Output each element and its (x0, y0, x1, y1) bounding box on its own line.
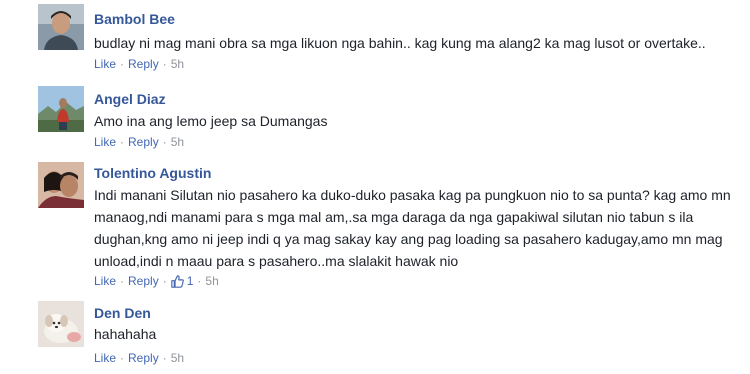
reply-button[interactable]: Reply (128, 351, 159, 365)
profile-photo-couple-icon (38, 162, 84, 208)
like-button[interactable]: Like (94, 274, 116, 288)
comment-text: Amo ina ang lemo jeep sa Dumangas (94, 113, 328, 129)
reaction-count: 1 (186, 274, 194, 288)
comment-actions: Like · Reply · 5h (94, 57, 185, 71)
comment-actions: Like · Reply · 5h (94, 135, 185, 149)
reply-button[interactable]: Reply (128, 57, 159, 71)
comment-timestamp[interactable]: 5h (205, 274, 218, 288)
avatar[interactable] (38, 4, 84, 50)
avatar[interactable] (38, 86, 84, 132)
reply-button[interactable]: Reply (128, 274, 159, 288)
comment-actions: Like · Reply · 5h (94, 351, 185, 365)
comment-author[interactable]: Angel Diaz (94, 91, 166, 107)
comment-timestamp[interactable]: 5h (171, 351, 184, 365)
comment-text: budlay ni mag mani obra sa mga likuon ng… (94, 35, 706, 51)
comment-text: Indi manani Silutan nio pasahero ka duko… (94, 187, 731, 269)
comment-timestamp[interactable]: 5h (171, 57, 184, 71)
profile-photo-outdoor-icon (38, 86, 84, 132)
like-button[interactable]: Like (94, 57, 116, 71)
like-button[interactable]: Like (94, 135, 116, 149)
comment-text: hahahaha (94, 326, 157, 342)
comment-actions: Like · Reply · 1 · 5h (94, 274, 219, 288)
reaction-summary[interactable]: 1 (170, 274, 194, 288)
like-button[interactable]: Like (94, 351, 116, 365)
reply-button[interactable]: Reply (128, 135, 159, 149)
profile-photo-man-icon (38, 4, 84, 50)
profile-photo-puppy-icon (38, 301, 84, 347)
thumbs-up-icon (170, 274, 184, 288)
avatar[interactable] (38, 301, 84, 347)
comment-author[interactable]: Bambol Bee (94, 11, 175, 27)
comment-author[interactable]: Tolentino Agustin (94, 165, 211, 181)
comment-timestamp[interactable]: 5h (171, 135, 184, 149)
avatar[interactable] (38, 162, 84, 208)
comment-author[interactable]: Den Den (94, 305, 151, 321)
